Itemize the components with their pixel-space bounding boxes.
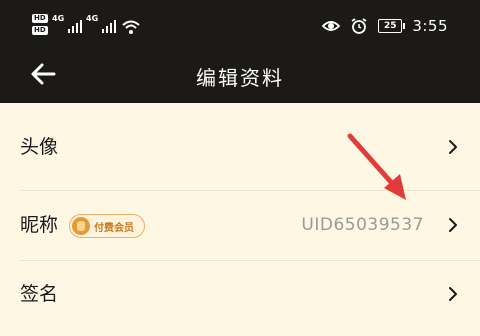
chevron-right-icon: [449, 287, 457, 301]
hd-label-2: HD: [32, 26, 48, 35]
status-left: HD HD 4G 4G: [32, 14, 140, 42]
vip-badge-label: 付费会员: [94, 222, 134, 234]
status-right: 25 3:55: [322, 16, 448, 36]
status-bar: HD HD 4G 4G 25 3:55: [0, 0, 480, 48]
top-bar: HD HD 4G 4G 25 3:55 编辑资料: [0, 0, 480, 103]
annotation-arrow-icon: [347, 133, 406, 200]
network-type-2: 4G: [86, 14, 99, 23]
signal-bars-icon: [68, 17, 82, 33]
hd-indicator: HD HD: [32, 14, 48, 35]
row-label: 头像: [20, 136, 59, 158]
vip-coin-icon: [72, 217, 90, 235]
signal-1: 4G: [52, 14, 82, 33]
network-type-1: 4G: [52, 14, 65, 23]
hd-label-1: HD: [32, 14, 48, 23]
page-title: 编辑资料: [196, 66, 284, 90]
wifi-icon: [122, 20, 140, 34]
eye-icon: [322, 21, 341, 31]
signal-bars-icon: [102, 17, 116, 33]
battery-icon: 25: [378, 19, 406, 33]
alarm-icon: [351, 18, 367, 34]
row-signature[interactable]: 签名: [0, 258, 480, 331]
chevron-right-icon: [449, 218, 457, 232]
signal-2: 4G: [86, 14, 116, 33]
chevron-right-icon: [449, 140, 457, 154]
clock-time: 3:55: [412, 17, 448, 35]
row-label: 昵称: [20, 214, 59, 236]
row-label: 签名: [20, 283, 59, 305]
nav-bar: 编辑资料: [0, 48, 480, 103]
vip-badge: 付费会员: [69, 214, 145, 238]
